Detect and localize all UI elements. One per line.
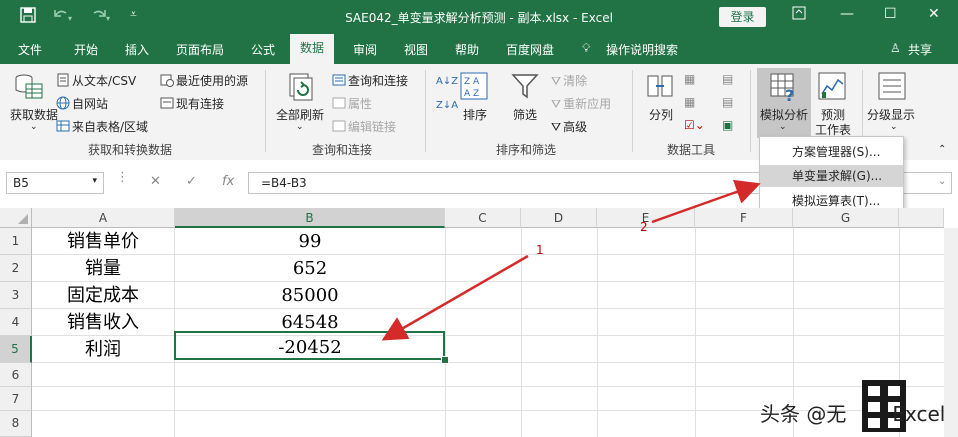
annotation-label-2: 2 <box>640 220 648 234</box>
arrow-1 <box>381 254 529 341</box>
watermark-prefix: 头条 @无 <box>760 402 847 426</box>
arrow-2 <box>651 179 761 224</box>
annotation-label-1: 1 <box>536 243 544 257</box>
annotation-arrows <box>381 179 761 341</box>
watermark-text: 头条 @无 Excel <box>760 398 945 427</box>
watermark-suffix: Excel <box>892 402 946 426</box>
